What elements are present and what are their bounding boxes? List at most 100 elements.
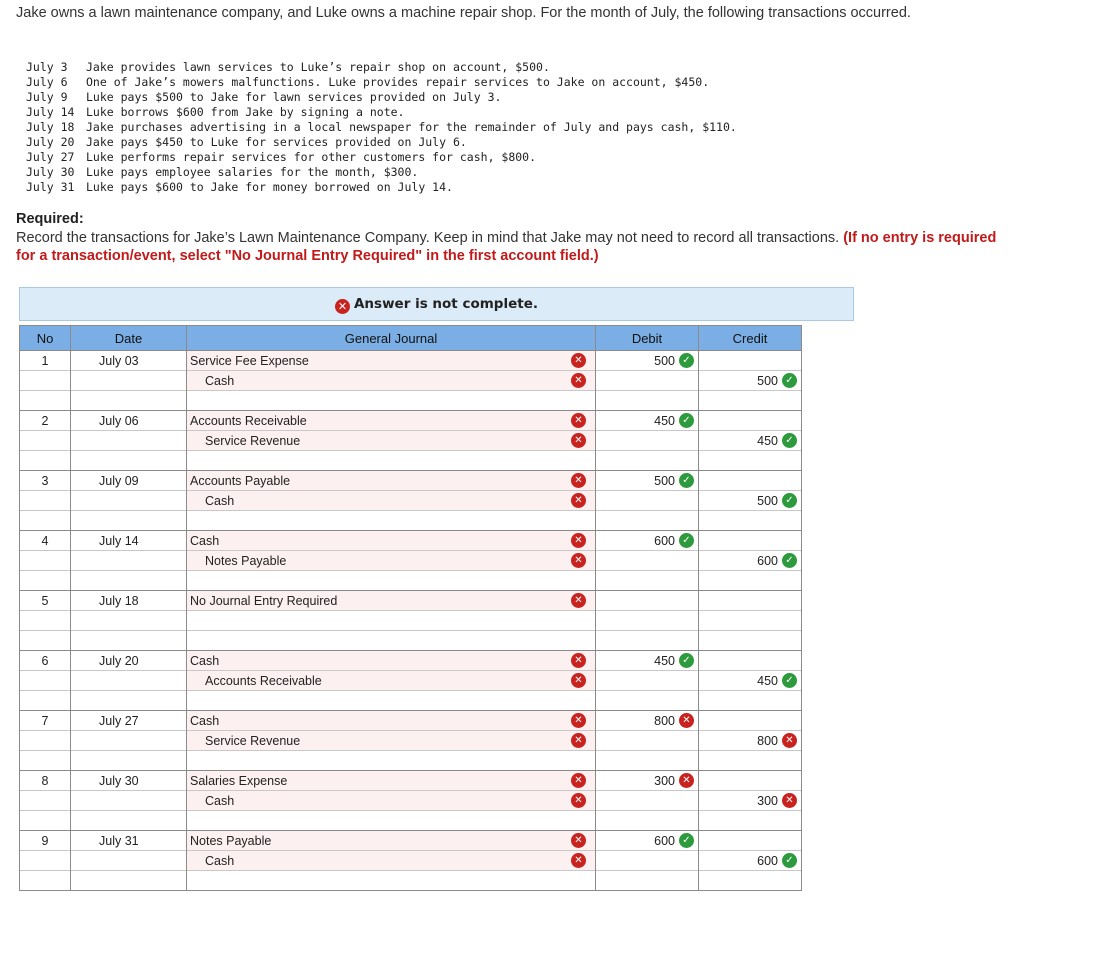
credit-field[interactable] — [698, 770, 802, 791]
credit-field[interactable]: 300 ✕ — [698, 790, 802, 811]
debit-field[interactable] — [595, 430, 699, 451]
credit-field[interactable] — [698, 610, 802, 631]
table-row: 9 July 31 Notes Payable ✕ 600 ✓ — [19, 830, 802, 851]
entry-number — [19, 490, 71, 511]
table-row — [19, 870, 802, 891]
entry-date — [70, 670, 187, 691]
debit-field[interactable] — [595, 850, 699, 871]
transaction-date: July 3 — [26, 60, 68, 74]
transaction-text: Jake pays $450 to Luke for services prov… — [86, 135, 467, 149]
transaction-date: July 31 — [26, 180, 75, 194]
account-field[interactable]: Accounts Receivable ✕ — [186, 670, 596, 691]
account-field[interactable]: Service Revenue ✕ — [186, 730, 596, 751]
credit-field[interactable]: 800 ✕ — [698, 730, 802, 751]
x-circle-icon: ✕ — [571, 553, 586, 568]
table-row — [19, 750, 802, 771]
account-field[interactable]: Notes Payable ✕ — [186, 550, 596, 571]
debit-field[interactable] — [595, 790, 699, 811]
check-circle-icon: ✓ — [782, 433, 797, 449]
entry-number — [19, 570, 71, 591]
entry-date — [70, 870, 187, 891]
credit-field[interactable] — [698, 830, 802, 851]
entry-number — [19, 510, 71, 531]
account-field[interactable]: Cash ✕ — [186, 790, 596, 811]
entry-date: July 03 — [70, 350, 187, 371]
entry-date-text: July 06 — [99, 413, 139, 428]
debit-field[interactable]: 600 ✓ — [595, 830, 699, 851]
entry-date-text: July 14 — [99, 533, 139, 548]
account-name: Accounts Payable — [190, 473, 291, 488]
credit-field[interactable] — [698, 530, 802, 551]
debit-field[interactable]: 500 ✓ — [595, 470, 699, 491]
credit-field[interactable]: 450 ✓ — [698, 670, 802, 691]
entry-date — [70, 730, 187, 751]
table-row — [19, 390, 802, 411]
credit-field[interactable]: 500 ✓ — [698, 370, 802, 391]
required-text: Record the transactions for Jake’s Lawn … — [16, 229, 1016, 265]
credit-field[interactable] — [698, 590, 802, 611]
entry-date — [70, 490, 187, 511]
account-field[interactable]: Cash ✕ — [186, 370, 596, 391]
x-circle-icon: ✕ — [571, 833, 586, 848]
credit-amount: 500 — [757, 493, 778, 508]
account-name: Cash — [205, 793, 235, 808]
entry-number — [19, 430, 71, 451]
account-field[interactable]: Cash ✕ — [186, 850, 596, 871]
debit-field[interactable] — [595, 670, 699, 691]
entry-date: July 18 — [70, 590, 187, 611]
credit-field[interactable]: 600 ✓ — [698, 550, 802, 571]
debit-field[interactable] — [595, 610, 699, 631]
account-field[interactable]: Cash ✕ — [186, 710, 596, 731]
entry-number: 7 — [19, 710, 71, 731]
account-field[interactable]: Notes Payable ✕ — [186, 830, 596, 851]
account-field[interactable]: Accounts Receivable ✕ — [186, 410, 596, 431]
x-circle-icon: ✕ — [571, 793, 586, 808]
credit-field[interactable]: 450 ✓ — [698, 430, 802, 451]
transaction-item: July 3 Jake provides lawn services to Luk… — [26, 60, 737, 75]
debit-field[interactable]: 500 ✓ — [595, 350, 699, 371]
debit-field[interactable] — [595, 590, 699, 611]
transaction-date: July 6 — [26, 75, 68, 89]
credit-field[interactable] — [698, 470, 802, 491]
debit-field[interactable]: 450 ✓ — [595, 650, 699, 671]
account-field[interactable]: Cash ✕ — [186, 490, 596, 511]
transaction-date: July 18 — [26, 120, 75, 134]
debit-field[interactable] — [595, 550, 699, 571]
account-name: Service Fee Expense — [190, 353, 309, 368]
debit-field[interactable]: 600 ✓ — [595, 530, 699, 551]
debit-field[interactable]: 800 ✕ — [595, 710, 699, 731]
debit-field[interactable] — [595, 730, 699, 751]
credit-field[interactable] — [698, 710, 802, 731]
credit-field[interactable]: 500 ✓ — [698, 490, 802, 511]
account-field[interactable]: Cash ✕ — [186, 650, 596, 671]
transaction-date: July 20 — [26, 135, 75, 149]
credit-field[interactable] — [698, 410, 802, 431]
account-field[interactable]: Service Revenue ✕ — [186, 430, 596, 451]
account-field[interactable]: No Journal Entry Required ✕ — [186, 590, 596, 611]
account-field — [186, 450, 596, 471]
table-row — [19, 510, 802, 531]
account-name: Cash — [190, 713, 220, 728]
credit-field[interactable] — [698, 650, 802, 671]
account-name: Salaries Expense — [190, 773, 288, 788]
debit-field[interactable] — [595, 490, 699, 511]
account-field[interactable]: Accounts Payable ✕ — [186, 470, 596, 491]
account-field[interactable] — [186, 610, 596, 631]
credit-field[interactable]: 600 ✓ — [698, 850, 802, 871]
debit-field[interactable] — [595, 370, 699, 391]
credit-field[interactable] — [698, 350, 802, 371]
table-row: Service Revenue ✕ 450 ✓ — [19, 430, 802, 451]
debit-field[interactable]: 450 ✓ — [595, 410, 699, 431]
account-field[interactable]: Service Fee Expense ✕ — [186, 350, 596, 371]
entry-number — [19, 450, 71, 471]
account-field[interactable]: Cash ✕ — [186, 530, 596, 551]
account-field — [186, 750, 596, 771]
account-field[interactable]: Salaries Expense ✕ — [186, 770, 596, 791]
debit-field — [595, 510, 699, 531]
table-row: Cash ✕ 500 ✓ — [19, 490, 802, 511]
debit-field[interactable]: 300 ✕ — [595, 770, 699, 791]
entry-number: 9 — [19, 830, 71, 851]
header-general-journal: General Journal — [186, 325, 596, 351]
header-no: No — [19, 325, 71, 351]
table-row — [19, 810, 802, 831]
